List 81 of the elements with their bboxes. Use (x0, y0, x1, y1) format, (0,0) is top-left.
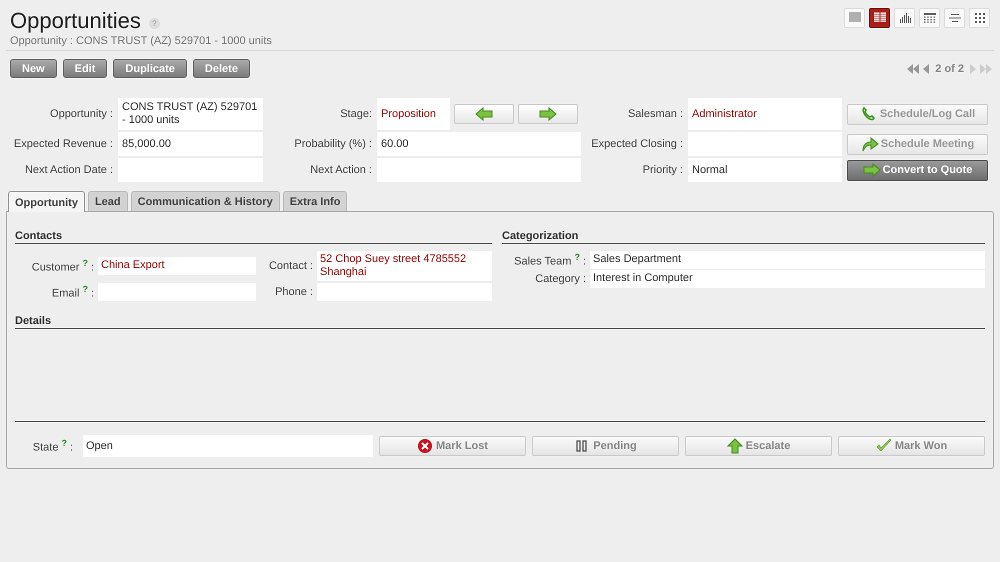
cross-icon (417, 438, 434, 454)
section-title: Categorization (502, 230, 985, 244)
input-field[interactable]: Sales Department (590, 251, 985, 269)
kanban-view-button[interactable] (969, 8, 990, 28)
label-colon: : (90, 288, 94, 300)
input-field[interactable]: Open (83, 435, 373, 457)
pager-count: 2 of 2 (935, 62, 964, 74)
help-mark[interactable]: ? (82, 258, 88, 268)
help-mark[interactable]: ? (61, 438, 67, 448)
tab[interactable]: Extra Info (282, 191, 348, 211)
first-page-icon[interactable] (907, 64, 920, 74)
form-view-icon (872, 12, 886, 24)
gantt-view-icon (948, 12, 962, 24)
gantt-view-button[interactable] (944, 8, 965, 28)
right-arrow-icon (539, 107, 557, 121)
field-label: Next Action : (309, 164, 373, 176)
curved-arrow-icon (860, 136, 879, 152)
input-field[interactable]: Interest in Computer (590, 270, 985, 288)
action-button[interactable]: New (10, 59, 57, 78)
page-title: Opportunities (10, 8, 141, 34)
calendar-view-button[interactable] (919, 8, 940, 28)
input-field[interactable]: CONS TRUST (AZ) 529701 - 1000 units (118, 98, 263, 130)
field-label: Expected Revenue : (12, 138, 114, 150)
field-label: Stage: (339, 108, 373, 120)
field-label: State (32, 442, 58, 454)
tab[interactable]: Lead (88, 191, 128, 211)
field-label: Salesman : (626, 108, 684, 120)
record-subtitle: Opportunity : CONS TRUST (AZ) 529701 - 1000 units (10, 35, 272, 47)
field-label: Customer (32, 262, 80, 274)
input-field[interactable]: 85,000.00 (118, 132, 263, 156)
action-button[interactable]: Delete (192, 59, 250, 78)
phone-icon (860, 106, 878, 122)
field-label: Probability (%) : (293, 138, 373, 150)
field-label: Category : (534, 273, 587, 285)
input-field[interactable]: 60.00 (377, 132, 581, 156)
list-view-icon (848, 12, 862, 24)
section-title: Contacts (15, 230, 492, 244)
action-button[interactable]: Schedule Meeting (847, 134, 988, 154)
stage-field[interactable]: Proposition (377, 98, 450, 130)
field-label: Expected Closing : (590, 138, 684, 150)
tab[interactable]: Opportunity (8, 191, 85, 212)
input-field[interactable]: Normal (688, 158, 842, 182)
calendar-view-icon (922, 12, 936, 24)
action-button[interactable]: Edit (62, 59, 108, 78)
help-mark[interactable]: ? (82, 284, 88, 294)
previous-page-icon[interactable] (923, 64, 930, 74)
field-label: Opportunity : (49, 108, 114, 120)
action-button[interactable]: Duplicate (113, 59, 187, 78)
field-label: Next Action Date : (24, 164, 114, 176)
graph-view-button[interactable] (894, 8, 915, 28)
input-field[interactable]: China Export (98, 257, 256, 275)
field-label: Contact : (268, 260, 314, 272)
up-arrow-icon (726, 438, 743, 454)
check-icon (876, 438, 892, 454)
previous-stage-button[interactable] (454, 104, 514, 124)
next-stage-button[interactable] (518, 104, 578, 124)
action-button[interactable]: Convert to Quote (847, 160, 988, 180)
tab[interactable]: Communication & History (130, 191, 280, 211)
label-colon: : (70, 442, 73, 454)
right-arrow-icon (862, 162, 881, 178)
field-label: Sales Team (514, 256, 572, 268)
field-label: Email (52, 288, 80, 300)
kanban-view-icon (972, 12, 986, 24)
left-arrow-icon (475, 107, 493, 121)
state-button[interactable]: Escalate (685, 436, 832, 456)
help-mark[interactable]: ? (574, 252, 580, 262)
graph-view-icon (898, 12, 912, 24)
field-label: Phone : (274, 286, 314, 298)
label-colon: : (582, 256, 586, 268)
state-button[interactable]: Mark Won (838, 436, 985, 456)
input-field[interactable]: Administrator (688, 98, 842, 130)
input-field[interactable]: 52 Chop Suey street 4785552 Shanghai (317, 251, 492, 281)
help-icon[interactable]: ? (148, 18, 160, 28)
state-button[interactable]: Mark Lost (379, 436, 526, 456)
form-view-button[interactable] (869, 8, 890, 28)
state-button[interactable]: Pending (532, 436, 679, 456)
list-view-button[interactable] (844, 8, 865, 28)
label-colon: : (90, 262, 94, 274)
field-label: Priority : (642, 164, 684, 176)
action-button[interactable]: Schedule/Log Call (847, 104, 988, 124)
section-title: Details (15, 315, 985, 329)
